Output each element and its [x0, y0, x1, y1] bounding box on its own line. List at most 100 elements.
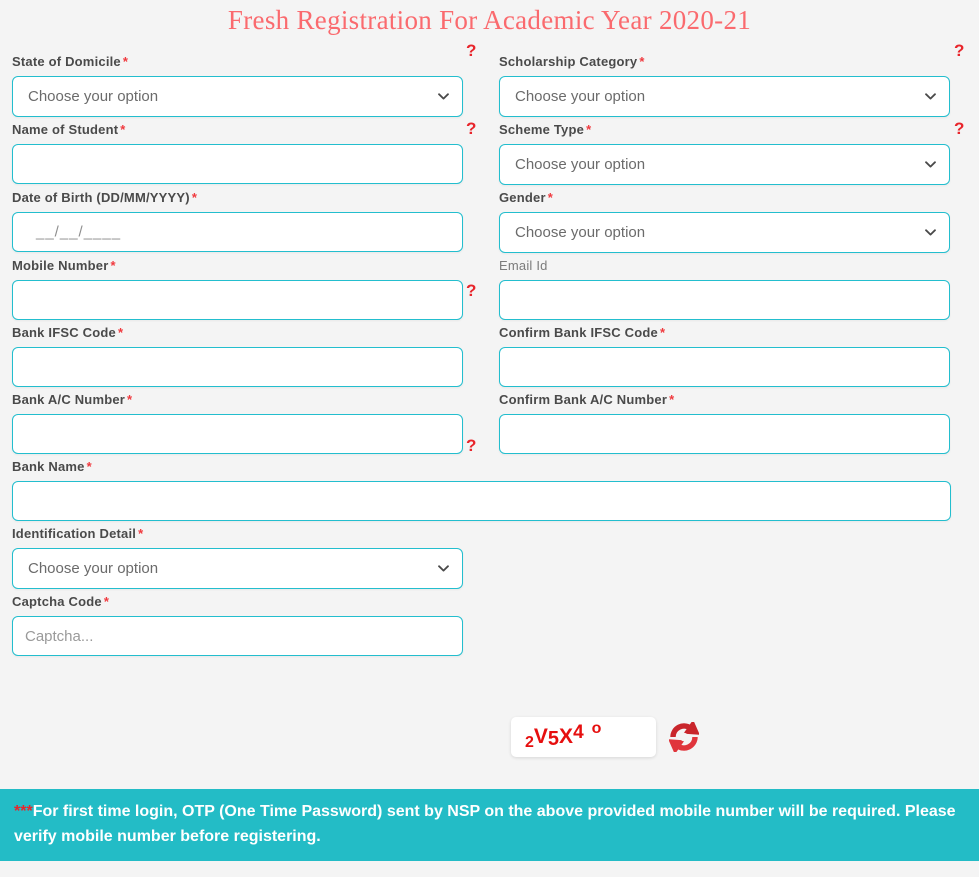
field-confirm-bank-ifsc-code: Confirm Bank IFSC Code *: [499, 320, 950, 387]
form-column-right: Confirm Bank IFSC Code *: [499, 320, 950, 387]
required-asterisk: *: [547, 190, 553, 205]
input-captcha-code[interactable]: [12, 616, 463, 656]
chevron-down-icon: [925, 160, 936, 168]
help-icon-name-of-student[interactable]: ?: [466, 120, 476, 137]
field-name-of-student: Name of Student *: [12, 117, 463, 184]
label-text: Bank IFSC Code: [12, 325, 116, 340]
label-scheme-type: Scheme Type *: [499, 117, 950, 144]
form-column-left: Bank IFSC Code *: [12, 320, 463, 387]
required-asterisk: *: [86, 459, 92, 474]
select-scheme-type[interactable]: Choose your option: [499, 144, 950, 185]
notice-asterisks: ***: [14, 803, 33, 820]
select-scholarship-category[interactable]: Choose your option: [499, 76, 950, 117]
input-mobile-number[interactable]: [12, 280, 463, 320]
label-text: Gender: [499, 190, 546, 205]
required-asterisk: *: [120, 122, 126, 137]
help-icon-scholarship-category[interactable]: ?: [954, 42, 964, 59]
field-scheme-type: Scheme Type * Choose your option: [499, 117, 950, 185]
select-value-scheme-type: Choose your option: [515, 156, 646, 173]
required-asterisk: *: [122, 54, 129, 69]
form-column-right: Gender * Choose your option: [499, 185, 950, 253]
input-bank-ac-number[interactable]: [12, 414, 463, 454]
required-asterisk: *: [127, 392, 133, 407]
select-value-gender: Choose your option: [515, 224, 646, 241]
required-asterisk: *: [110, 258, 116, 273]
field-bank-ifsc-code: Bank IFSC Code *: [12, 320, 463, 387]
captcha-text: 2V5X4 o: [525, 720, 601, 751]
form-column-left: State of Domicile * Choose your option: [12, 49, 463, 117]
form-row: Bank A/C Number * Confirm Bank A/C Number…: [12, 387, 967, 454]
input-confirm-bank-ifsc-code[interactable]: [499, 347, 950, 387]
field-email-id: Email Id: [499, 253, 950, 320]
required-asterisk: *: [191, 190, 198, 205]
field-gender: Gender * Choose your option: [499, 185, 950, 253]
help-icon-scheme-type[interactable]: ?: [954, 120, 964, 137]
label-email-id: Email Id: [499, 253, 950, 280]
label-text: Scholarship Category: [499, 54, 638, 69]
select-state-of-domicile[interactable]: Choose your option: [12, 76, 463, 117]
form-row: Captcha Code *: [12, 589, 967, 656]
label-mobile-number: Mobile Number *: [12, 253, 463, 280]
label-confirm-bank-ifsc-code: Confirm Bank IFSC Code *: [499, 320, 950, 347]
label-text: Captcha Code: [12, 594, 102, 609]
input-bank-name[interactable]: [12, 481, 951, 521]
label-bank-ifsc-code: Bank IFSC Code *: [12, 320, 463, 347]
label-text: Name of Student: [12, 122, 119, 137]
form-column-right: Scheme Type * Choose your option: [499, 117, 950, 185]
label-text: Confirm Bank A/C Number: [499, 392, 668, 407]
field-identification-detail: Identification Detail * Choose your optio…: [12, 521, 463, 589]
label-name-of-student: Name of Student *: [12, 117, 463, 144]
chevron-down-icon: [438, 92, 449, 100]
form-column-left: Identification Detail * Choose your optio…: [12, 521, 463, 589]
captcha-char: o: [591, 720, 602, 737]
required-asterisk: *: [117, 325, 124, 340]
label-captcha-code: Captcha Code *: [12, 589, 463, 616]
select-identification-detail[interactable]: Choose your option: [12, 548, 463, 589]
form-column-right-empty: [499, 589, 950, 656]
input-name-of-student[interactable]: [12, 144, 463, 184]
otp-notice-bar: ***For first time login, OTP (One Time P…: [0, 789, 979, 861]
form-row: State of Domicile * Choose your option Sc…: [12, 49, 967, 117]
field-scholarship-category: Scholarship Category * Choose your option: [499, 49, 950, 117]
captcha-char: V: [533, 725, 548, 748]
label-date-of-birth: Date of Birth (DD/MM/YYYY) *: [12, 185, 463, 212]
refresh-captcha-icon[interactable]: [668, 719, 700, 755]
input-confirm-bank-ac-number[interactable]: [499, 414, 950, 454]
field-confirm-bank-ac-number: Confirm Bank A/C Number *: [499, 387, 950, 454]
form-row: Name of Student * Scheme Type * Choose you…: [12, 117, 967, 185]
label-text: Scheme Type: [499, 122, 585, 137]
captcha-char: 4: [573, 722, 584, 743]
form-column-right: Email Id: [499, 253, 950, 320]
select-value-state-of-domicile: Choose your option: [28, 88, 159, 105]
label-bank-name: Bank Name *: [12, 454, 951, 481]
form-column-left: Date of Birth (DD/MM/YYYY) * __/__/____: [12, 185, 463, 253]
required-asterisk: *: [586, 122, 592, 137]
captcha-area: 2V5X4 o: [511, 717, 700, 757]
form-column-right: Confirm Bank A/C Number *: [499, 387, 950, 454]
select-gender[interactable]: Choose your option: [499, 212, 950, 253]
label-text: Mobile Number: [12, 258, 109, 273]
date-of-birth-wrapper: __/__/____: [12, 212, 463, 252]
help-icon-mobile-number[interactable]: ?: [466, 282, 476, 299]
input-date-of-birth[interactable]: [12, 212, 463, 252]
field-date-of-birth: Date of Birth (DD/MM/YYYY) * __/__/____: [12, 185, 463, 252]
help-icon-state-of-domicile[interactable]: ?: [466, 42, 476, 59]
label-bank-ac-number: Bank A/C Number *: [12, 387, 463, 414]
captcha-char: X: [559, 725, 574, 748]
form-column-left: Captcha Code *: [12, 589, 463, 656]
label-identification-detail: Identification Detail *: [12, 521, 463, 548]
registration-form: State of Domicile * Choose your option Sc…: [0, 49, 979, 656]
page-title: Fresh Registration For Academic Year 202…: [227, 5, 752, 35]
field-bank-name: Bank Name *: [12, 454, 951, 521]
form-row: Identification Detail * Choose your optio…: [12, 521, 967, 589]
required-asterisk: *: [138, 526, 144, 541]
label-confirm-bank-ac-number: Confirm Bank A/C Number *: [499, 387, 950, 414]
input-email-id[interactable]: [499, 280, 950, 320]
captcha-image: 2V5X4 o: [511, 717, 656, 757]
required-asterisk: *: [639, 54, 645, 69]
label-text: Confirm Bank IFSC Code: [499, 325, 658, 340]
form-column-left: Bank A/C Number *: [12, 387, 463, 454]
label-scholarship-category: Scholarship Category *: [499, 49, 950, 76]
help-icon-bank-ac-number[interactable]: ?: [466, 437, 476, 454]
input-bank-ifsc-code[interactable]: [12, 347, 463, 387]
